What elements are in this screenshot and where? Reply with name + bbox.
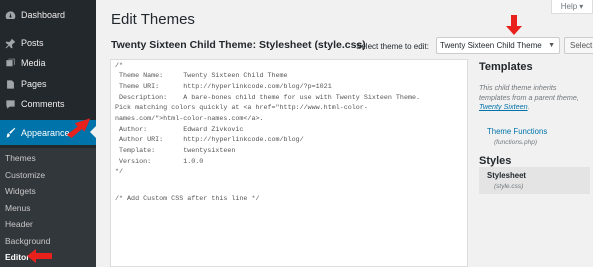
sidebar-item-pages[interactable]: Pages xyxy=(0,73,96,95)
selected-theme-value: Twenty Sixteen Child Theme xyxy=(440,41,542,50)
dashboard-icon xyxy=(3,8,17,22)
stylesheet-label: Stylesheet xyxy=(487,171,527,180)
styles-heading: Styles xyxy=(479,155,512,167)
stylesheet-filename: (style.css) xyxy=(494,183,524,190)
submenu-item-themes[interactable]: Themes xyxy=(5,153,36,163)
comment-icon xyxy=(3,97,17,111)
code-line: Author: Edward Zivkovic xyxy=(115,126,244,134)
chevron-down-icon: ▼ xyxy=(548,42,555,49)
select-button[interactable]: Select xyxy=(564,37,593,54)
template-item-theme-functions[interactable]: Theme Functions xyxy=(487,127,547,136)
submenu-item-menus[interactable]: Menus xyxy=(5,203,31,213)
sidebar-item-label: Posts xyxy=(21,38,44,48)
code-line: Description: A bare-bones child theme fo… xyxy=(115,94,420,102)
media-icon xyxy=(3,56,17,70)
submenu-item-widgets[interactable]: Widgets xyxy=(5,186,36,196)
code-line: Version: 1.0.0 xyxy=(115,158,204,166)
sidebar-item-posts[interactable]: Posts xyxy=(0,32,96,54)
sidebar-item-label: Appearance xyxy=(21,127,70,138)
sidebar-item-label: Pages xyxy=(21,79,47,89)
page-title: Edit Themes xyxy=(111,11,195,28)
code-line: Template: twentysixteen xyxy=(115,147,236,155)
code-line: Pick matching colors quickly at <a href=… xyxy=(115,104,368,112)
code-line: */ xyxy=(115,168,124,176)
sidebar-item-comments[interactable]: Comments xyxy=(0,93,96,115)
sidebar-item-media[interactable]: Media xyxy=(0,52,96,74)
select-theme-label: Select theme to edit: xyxy=(356,42,429,51)
annotation-arrow-theme-select xyxy=(504,14,524,36)
code-line: Theme URI: http://hyperlinkcode.com/blog… xyxy=(115,83,332,91)
help-label: Help xyxy=(560,2,578,11)
help-tab[interactable]: Help ▾ xyxy=(551,0,593,14)
pages-icon xyxy=(3,77,17,91)
sidebar-item-label: Media xyxy=(21,58,46,68)
sidebar-item-label: Dashboard xyxy=(21,10,66,20)
file-title: Twenty Sixteen Child Theme: Stylesheet (… xyxy=(111,39,366,51)
code-line: names.com/">html-color-names.com</a>. xyxy=(115,115,264,123)
code-line: /* xyxy=(115,62,124,70)
parent-theme-link[interactable]: Twenty Sixteen xyxy=(479,102,528,111)
annotation-arrow-editor xyxy=(26,248,54,264)
submenu-item-header[interactable]: Header xyxy=(5,219,33,229)
templates-description: This child theme inherits templates from… xyxy=(479,83,589,112)
theme-select-dropdown[interactable]: Twenty Sixteen Child Theme ▼ xyxy=(436,37,560,54)
sidebar-item-dashboard[interactable]: Dashboard xyxy=(0,4,96,26)
code-line: Theme Name: Twenty Sixteen Child Theme xyxy=(115,72,288,80)
sidebar-item-label: Comments xyxy=(21,99,65,109)
style-item-stylesheet[interactable]: Stylesheet (style.css) xyxy=(479,167,590,194)
templates-description-end: . xyxy=(527,102,530,111)
code-line: /* Add Custom CSS after this line */ xyxy=(115,195,260,203)
template-filename: (functions.php) xyxy=(494,139,537,146)
templates-description-text: This child theme inherits templates from… xyxy=(479,83,579,102)
brush-icon xyxy=(3,126,17,140)
code-line: Author URI: http://hyperlinkcode.com/blo… xyxy=(115,136,304,144)
chevron-down-icon: ▾ xyxy=(579,2,584,11)
submenu-item-background[interactable]: Background xyxy=(5,236,50,246)
pin-icon xyxy=(3,36,17,50)
annotation-arrow-appearance xyxy=(64,118,100,140)
submenu-item-customize[interactable]: Customize xyxy=(5,170,45,180)
code-editor[interactable]: /* Theme Name: Twenty Sixteen Child Them… xyxy=(110,59,468,267)
templates-heading: Templates xyxy=(479,61,533,73)
